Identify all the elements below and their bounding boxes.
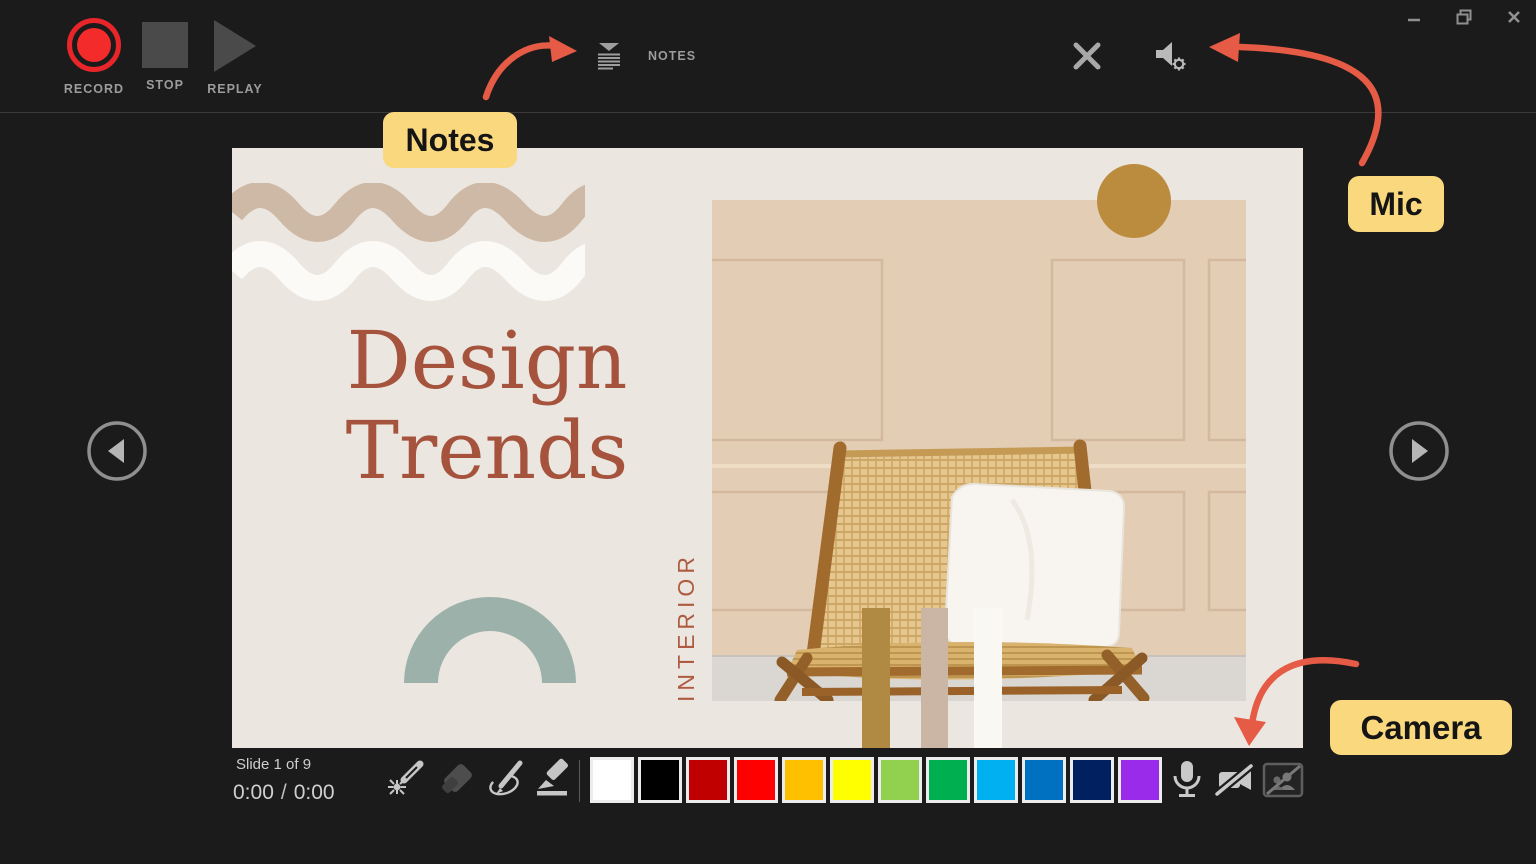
next-arrow-icon <box>1389 421 1449 481</box>
timer-separator: / <box>280 781 287 804</box>
color-swatch-blue[interactable] <box>1022 757 1066 803</box>
color-swatch-dark-blue[interactable] <box>1070 757 1114 803</box>
accent-bar-white <box>974 608 1002 748</box>
slide-title: Design Trends <box>345 314 629 497</box>
color-swatch-orange[interactable] <box>782 757 826 803</box>
color-swatch-yellow[interactable] <box>830 757 874 803</box>
stop-icon <box>142 22 188 68</box>
notes-icon <box>598 43 620 70</box>
mic-arrowhead <box>1209 33 1240 62</box>
speaker-gear-icon <box>1156 42 1186 71</box>
color-swatch-light-blue[interactable] <box>974 757 1018 803</box>
minimize-button[interactable] <box>1400 4 1428 30</box>
color-swatch-dark-red[interactable] <box>686 757 730 803</box>
color-swatch-black[interactable] <box>638 757 682 803</box>
replay-label: REPLAY <box>207 82 263 96</box>
color-swatch-white[interactable] <box>590 757 634 803</box>
pen-button[interactable] <box>484 756 530 802</box>
stop-button[interactable]: STOP <box>134 18 196 92</box>
eraser-button[interactable] <box>434 756 480 802</box>
notes-button[interactable]: NOTES <box>592 36 696 76</box>
microphone-toggle-button[interactable] <box>1163 757 1211 803</box>
wavy-lines-graphic <box>232 183 585 301</box>
color-swatch-green[interactable] <box>926 757 970 803</box>
slide-side-label: INTERIOR <box>672 552 699 702</box>
camera-callout-label: Camera <box>1330 700 1512 755</box>
camera-preview-toggle-button[interactable] <box>1259 757 1307 803</box>
replay-icon <box>214 20 256 72</box>
color-palette <box>590 757 1162 803</box>
pen-icon <box>489 760 523 796</box>
tools-divider <box>579 760 580 802</box>
camera-off-icon <box>1214 762 1254 798</box>
slide-counter: Slide 1 of 9 <box>236 756 312 773</box>
record-button[interactable]: RECORD <box>58 18 130 96</box>
notes-arrowhead <box>549 36 577 62</box>
close-window-button[interactable] <box>1500 4 1528 30</box>
close-icon <box>1508 11 1520 23</box>
recording-timer: 0:00 / 0:00 <box>233 781 335 805</box>
eraser-icon <box>442 764 472 793</box>
window-controls <box>1400 4 1528 30</box>
highlighter-button[interactable] <box>530 756 576 802</box>
previous-slide-button[interactable] <box>86 420 148 482</box>
color-swatch-light-green[interactable] <box>878 757 922 803</box>
next-slide-button[interactable] <box>1388 420 1450 482</box>
camera-toggle-button[interactable] <box>1211 757 1259 803</box>
microphone-icon <box>1173 761 1201 797</box>
gold-circle-shape <box>1097 164 1171 238</box>
audio-settings-button[interactable] <box>1152 38 1194 76</box>
accent-bar-taupe <box>921 608 948 748</box>
restore-button[interactable] <box>1450 4 1478 30</box>
record-icon <box>67 18 121 72</box>
accent-bar-gold <box>862 608 890 748</box>
previous-arrow-icon <box>87 421 147 481</box>
restore-icon <box>1456 9 1472 25</box>
color-swatch-purple[interactable] <box>1118 757 1162 803</box>
camera-preview-off-icon <box>1262 762 1304 798</box>
clear-x-icon <box>1073 42 1101 70</box>
slide-canvas: Design Trends INTERIOR <box>232 148 1303 748</box>
topbar-divider <box>0 112 1536 113</box>
record-slideshow-window: RECORD STOP REPLAY NOTES Design Trends I… <box>0 0 1536 864</box>
minimize-icon <box>1408 18 1420 22</box>
timer-elapsed: 0:00 <box>233 781 274 804</box>
stop-label: STOP <box>146 78 184 92</box>
laser-pointer-button[interactable] <box>384 756 430 802</box>
replay-button[interactable]: REPLAY <box>202 18 268 96</box>
mic-callout-label: Mic <box>1348 176 1444 232</box>
color-swatch-red[interactable] <box>734 757 778 803</box>
mic-arrow <box>1236 43 1382 167</box>
notes-arrow <box>482 42 560 101</box>
laser-pointer-icon <box>388 760 424 795</box>
arch-shape <box>404 597 576 683</box>
record-label: RECORD <box>63 82 125 96</box>
notes-label: NOTES <box>648 49 697 63</box>
highlighter-icon <box>537 758 568 796</box>
notes-callout-label: Notes <box>383 112 517 168</box>
clear-recording-button[interactable] <box>1070 40 1104 72</box>
timer-total: 0:00 <box>293 781 335 804</box>
